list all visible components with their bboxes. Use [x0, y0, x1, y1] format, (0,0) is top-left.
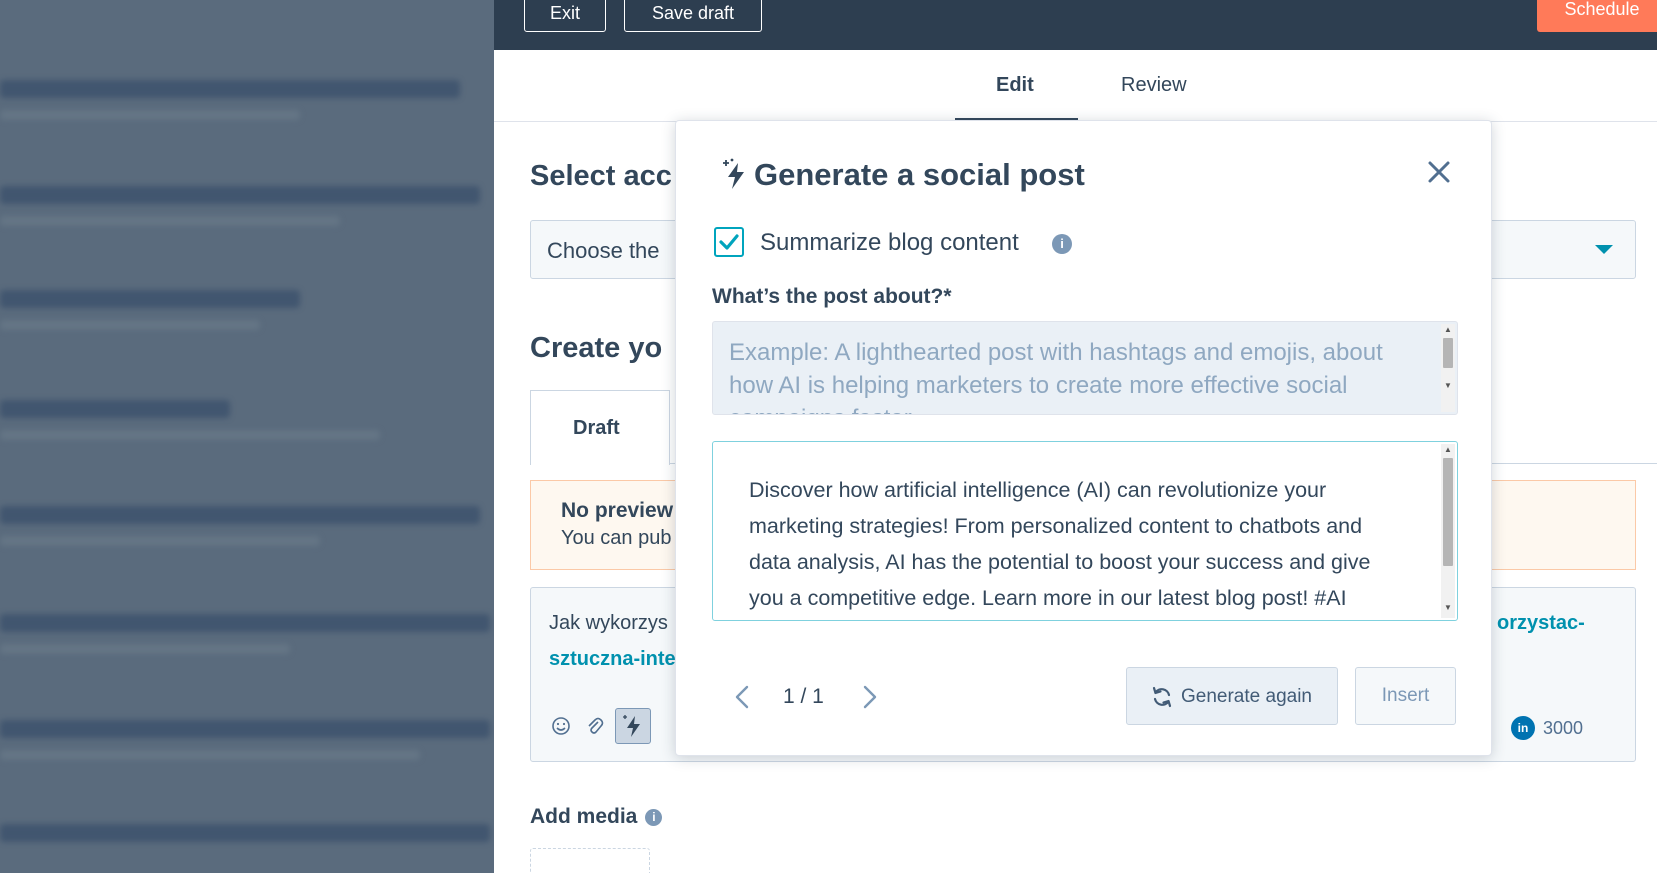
blurred-row — [0, 110, 300, 120]
caret-down-icon — [1595, 245, 1613, 254]
blurred-row — [0, 400, 230, 418]
generate-again-button[interactable]: Generate again — [1126, 667, 1338, 725]
blurred-row — [0, 80, 460, 98]
save-draft-button[interactable]: Save draft — [624, 0, 762, 32]
account-select-placeholder: Choose the — [547, 238, 660, 263]
create-post-title: Create yo — [530, 332, 663, 364]
result-pager: 1 / 1 — [783, 685, 824, 708]
scroll-down-icon[interactable]: ▼ — [1443, 382, 1453, 390]
linkedin-icon: in — [1511, 716, 1535, 740]
close-icon[interactable] — [1424, 157, 1454, 187]
post-about-placeholder: Example: A lighthearted post with hashta… — [729, 339, 1383, 414]
post-about-textarea[interactable]: Example: A lighthearted post with hashta… — [712, 321, 1458, 415]
generate-again-label: Generate again — [1181, 686, 1312, 707]
tab-edit[interactable]: Edit — [996, 74, 1034, 97]
blurred-row — [0, 644, 290, 654]
chevron-right-icon[interactable] — [860, 683, 880, 711]
generated-post-text: Discover how artificial intelligence (AI… — [749, 478, 1371, 610]
add-media-heading: Add media i — [530, 805, 663, 829]
post-about-label: What’s the post about?* — [712, 285, 952, 308]
info-icon[interactable]: i — [1052, 234, 1072, 254]
sparkle-bolt-icon[interactable] — [615, 708, 651, 744]
warning-title: No preview — [561, 499, 674, 522]
warning-subtitle: You can pub — [561, 527, 672, 549]
media-dropzone[interactable] — [530, 848, 650, 873]
generated-post-textarea[interactable]: Discover how artificial intelligence (AI… — [712, 441, 1458, 621]
scrollbar-thumb[interactable] — [1443, 338, 1453, 368]
scrollbar[interactable]: ▲ ▼ — [1441, 324, 1455, 412]
blurred-row — [0, 536, 320, 546]
scrollbar[interactable]: ▲ ▼ — [1441, 444, 1455, 618]
chevron-left-icon[interactable] — [732, 683, 752, 711]
blurred-row — [0, 216, 340, 226]
post-link[interactable]: sztuczna-inte — [549, 648, 676, 671]
generate-social-post-modal: Generate a social post Summarize blog co… — [675, 120, 1492, 756]
select-accounts-title: Select acc — [530, 160, 672, 192]
add-media-label: Add media — [530, 805, 638, 828]
scroll-down-icon[interactable]: ▼ — [1443, 604, 1453, 612]
blurred-row — [0, 506, 480, 524]
sparkle-bolt-icon — [723, 158, 744, 189]
info-icon[interactable]: i — [645, 809, 663, 826]
paperclip-icon[interactable] — [581, 712, 609, 740]
scroll-up-icon[interactable]: ▲ — [1443, 446, 1453, 454]
blurred-row — [0, 186, 480, 204]
modal-title: Generate a social post — [754, 157, 1085, 192]
scrollbar-thumb[interactable] — [1443, 458, 1453, 566]
insert-button[interactable]: Insert — [1355, 667, 1456, 725]
tab-draft-label: Draft — [573, 417, 620, 439]
editor-tabs: Edit Review — [494, 50, 1657, 122]
background-overlay — [0, 0, 494, 873]
post-link-continued[interactable]: orzystac- — [1497, 612, 1585, 635]
refresh-icon — [1152, 686, 1172, 708]
summarize-checkbox[interactable] — [714, 227, 744, 257]
emoji-icon[interactable] — [547, 712, 575, 740]
schedule-button[interactable]: Schedule — [1537, 0, 1657, 32]
summarize-label[interactable]: Summarize blog content — [760, 229, 1019, 257]
scroll-up-icon[interactable]: ▲ — [1443, 326, 1453, 334]
blurred-row — [0, 430, 380, 440]
tab-review[interactable]: Review — [1121, 74, 1187, 97]
blurred-row — [0, 614, 490, 632]
post-editor-text: Jak wykorzys — [549, 612, 668, 634]
top-bar: Exit Save draft Schedule — [494, 0, 1657, 50]
blurred-row — [0, 320, 260, 330]
checkmark-icon — [719, 234, 739, 250]
blurred-row — [0, 290, 300, 308]
tab-draft[interactable]: Draft — [530, 390, 670, 465]
linkedin-char-limit: 3000 — [1543, 718, 1584, 738]
blurred-row — [0, 824, 490, 842]
exit-button[interactable]: Exit — [524, 0, 606, 32]
blurred-row — [0, 720, 490, 738]
blurred-row — [0, 750, 420, 760]
